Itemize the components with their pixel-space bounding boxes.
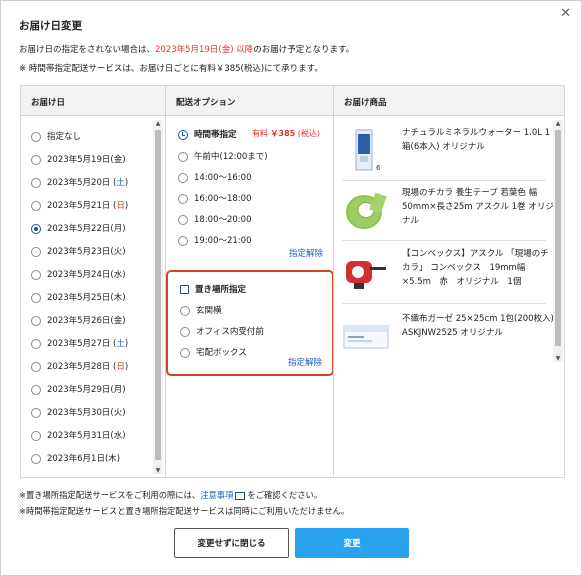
close-without-change-button[interactable]: 変更せずに閉じる [174,528,289,558]
date-option[interactable]: 2023年5月22日(月) [31,222,126,234]
radio-icon[interactable] [31,407,41,418]
scroll-up-icon[interactable]: ▲ [153,120,163,127]
radio-icon[interactable] [180,326,190,337]
option-column: 配送オプション 時間帯指定 有料 ￥385 (税込) 午前中(12:00まで) 1… [165,86,334,477]
date-option[interactable]: 2023年5月30日(火) [31,406,126,418]
date-option[interactable]: 2023年5月20日 (土) [31,176,128,188]
place-option[interactable]: 玄関横 [180,304,222,316]
date-option[interactable]: 2023年5月31日(水) [31,429,126,441]
date-option[interactable]: 2023年5月27日 (土) [31,337,128,349]
product-item: 6 ナチュラルミネラルウォーター 1.0L 1箱(6本入) オリジナル [342,126,554,174]
radio-icon[interactable] [178,193,188,204]
change-button[interactable]: 変更 [295,528,409,558]
product-name: 現場のチカラ 養生テープ 若葉色 幅50mm×長さ25m アスクル 1巻 オリジ… [402,188,554,226]
radio-icon[interactable] [178,235,188,246]
radio-icon[interactable] [178,151,188,162]
radio-icon[interactable] [31,154,41,165]
time-clear-link[interactable]: 指定解除 [289,247,323,259]
time-slot-option[interactable]: 16:00〜18:00 [178,192,252,204]
time-option-title: 時間帯指定 [178,128,237,140]
radio-icon[interactable] [31,131,41,142]
date-column: お届け日 指定なし 2023年5月19日(金) 2023年5月20日 (土) 2023… [21,86,165,477]
time-fee-note: ※ 時間帯指定配送サービスは、お届け日ごとに有料￥385(税込)にて承ります。 [19,64,323,74]
tape-image [346,192,387,229]
radio-icon[interactable] [180,305,190,316]
place-footnote: ※置き場所指定配送サービスをご利用の際には、注意事項 をご確認ください。 [19,490,323,500]
date-change-dialog: ✕ お届け日変更 お届け日の指定をされない場合は、2023年5月19日(金) 以… [0,0,582,576]
svg-text:6: 6 [376,164,381,172]
date-column-header: お届け日 [21,86,165,116]
date-option[interactable]: 2023年5月19日(金) [31,153,126,165]
date-scrollbar[interactable]: ▲ ▼ [153,120,163,474]
radio-icon[interactable] [31,269,41,280]
product-item: 【コンベックス】アスクル 「現場のチカラ」 コンベックス 19mm幅×5.5m … [342,247,554,295]
radio-icon[interactable] [31,292,41,303]
time-slot-option[interactable]: 18:00〜20:00 [178,213,252,225]
date-option[interactable]: 2023年5月24日(水) [31,268,126,280]
date-option[interactable]: 指定なし [31,130,81,142]
radio-icon[interactable] [31,315,41,326]
place-option[interactable]: オフィス内受付前 [180,325,264,337]
popup-icon[interactable] [235,491,246,500]
date-option[interactable]: 2023年5月26日(金) [31,314,126,326]
radio-icon[interactable] [31,453,41,464]
scroll-down-icon[interactable]: ▼ [153,467,163,474]
time-option-fee: 有料 ￥385 (税込) [252,129,321,138]
product-name: 【コンベックス】アスクル 「現場のチカラ」 コンベックス 19mm幅×5.5m … [402,249,549,287]
radio-icon[interactable] [178,172,188,183]
radio-icon[interactable] [178,214,188,225]
radio-icon[interactable] [31,177,41,188]
time-slot-option[interactable]: 午前中(12:00まで) [178,150,268,162]
radio-icon[interactable] [31,338,41,349]
time-slot-option[interactable]: 14:00〜16:00 [178,171,252,183]
date-option[interactable]: 2023年5月28日 (日) [31,360,128,372]
caution-link[interactable]: 注意事項 [200,490,233,500]
scrollbar-thumb[interactable] [155,130,161,460]
option-column-header: 配送オプション [166,86,333,116]
date-option[interactable]: 2023年6月1日(木) [31,452,120,464]
product-item: 現場のチカラ 養生テープ 若葉色 幅50mm×長さ25m アスクル 1巻 オリジ… [342,186,554,234]
scroll-down-icon[interactable]: ▼ [553,355,563,362]
product-item: 不織布ガーゼ 25×25cm 1包(200枚入) ASKJNW2525 オリジナ… [342,312,554,360]
divider [342,240,546,241]
product-scrollbar[interactable]: ▲ ▼ [553,120,563,362]
product-name: ナチュラルミネラルウォーター 1.0L 1箱(6本入) オリジナル [402,128,551,152]
scroll-up-icon[interactable]: ▲ [553,120,563,127]
radio-icon[interactable] [31,223,41,234]
clock-icon [178,129,188,140]
divider [342,180,546,181]
exclusive-footnote: ※時間帯指定配送サービスと置き場所指定配送サービスは同時にご利用いただけません。 [19,506,350,516]
date-option[interactable]: 2023年5月23日(火) [31,245,126,257]
water-box-image: 6 [355,129,381,172]
place-option[interactable]: 宅配ボックス [180,346,247,358]
radio-icon[interactable] [31,430,41,441]
time-slot-option[interactable]: 19:00〜21:00 [178,234,252,246]
radio-icon[interactable] [31,246,41,257]
scrollbar-thumb[interactable] [555,130,561,346]
date-option[interactable]: 2023年5月21日 (日) [31,199,128,211]
place-clear-link[interactable]: 指定解除 [288,356,322,368]
gauze-box-image [343,325,389,349]
radio-icon[interactable] [31,200,41,211]
place-option-box: 置き場所指定 玄関横オフィス内受付前 宅配ボックス 指定解除 [166,270,334,376]
product-column-header: お届け商品 [334,86,564,116]
selection-panel: お届け日 指定なし 2023年5月19日(金) 2023年5月20日 (土) 2023… [20,85,565,478]
default-date-note: お届け日の指定をされない場合は、2023年5月19日(金) 以降のお届け予定とな… [19,45,355,55]
dialog-title: お届け日変更 [19,20,82,32]
divider [342,303,546,304]
place-option-title: 置き場所指定 [180,283,246,295]
radio-icon[interactable] [180,347,190,358]
date-option[interactable]: 2023年5月25日(木) [31,291,126,303]
product-name: 不織布ガーゼ 25×25cm 1包(200枚入) ASKJNW2525 オリジナ… [402,314,554,338]
default-date: 2023年5月19日(金) 以降 [155,45,254,55]
product-column: お届け商品 6 ナチュラルミネラルウォーター 1.0L 1箱(6本入) オリジナ… [333,86,564,477]
date-option[interactable]: 2023年5月29日(月) [31,383,126,395]
tape-measure-image [346,261,386,289]
radio-icon[interactable] [31,361,41,372]
radio-icon[interactable] [31,384,41,395]
close-icon[interactable]: ✕ [560,7,571,20]
box-icon [180,285,189,294]
